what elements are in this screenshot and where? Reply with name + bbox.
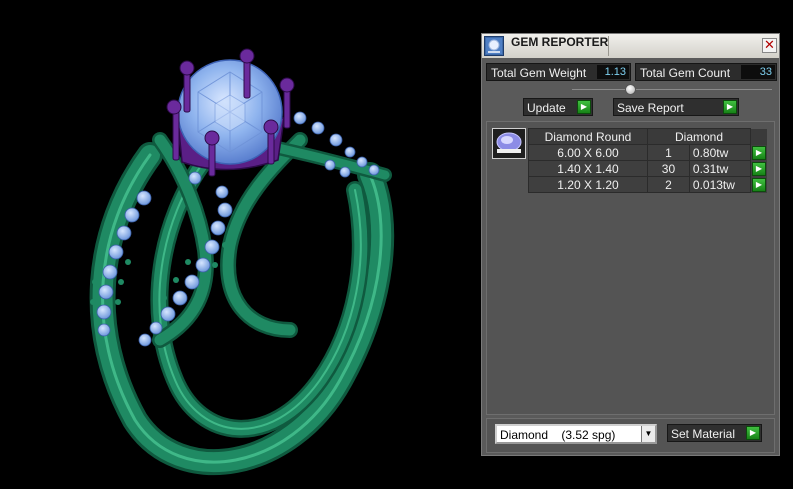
gem-count: 2 — [647, 176, 690, 193]
material-dropdown[interactable]: Diamond (3.52 spg) ▼ — [495, 424, 657, 444]
ring-model — [89, 48, 395, 476]
save-report-button[interactable]: Save Report ▶ — [613, 98, 739, 116]
material-selected-value: Diamond (3.52 spg) — [500, 428, 616, 442]
gem-weight: 0.80tw — [688, 144, 752, 161]
panel-title: GEM REPORTER — [511, 35, 609, 49]
total-gem-count: Total Gem Count 33 — [635, 63, 777, 81]
play-arrow-icon[interactable]: ▶ — [752, 145, 766, 160]
play-arrow-icon[interactable]: ▶ — [723, 100, 737, 114]
splitter-handle[interactable] — [625, 84, 636, 95]
play-arrow-icon[interactable]: ▶ — [577, 100, 591, 114]
round-diamond-icon[interactable] — [492, 128, 526, 159]
title-bar[interactable]: GEM REPORTER ✕ — [482, 34, 779, 58]
gem-weight: 0.013tw — [688, 176, 752, 193]
table-row[interactable]: 1.20 X 1.20 2 0.013tw ▶ — [528, 176, 767, 193]
update-button[interactable]: Update ▶ — [523, 98, 593, 116]
header-material: Diamond — [647, 128, 751, 145]
total-gem-weight: Total Gem Weight 1.13 — [486, 63, 631, 81]
gem-size: 1.40 X 1.40 — [528, 160, 648, 177]
set-material-button[interactable]: Set Material ▶ — [667, 424, 762, 442]
table-header-row: Diamond Round Diamond — [528, 128, 767, 145]
gem-size: 1.20 X 1.20 — [528, 176, 648, 193]
set-material-label: Set Material — [671, 427, 736, 441]
play-arrow-icon[interactable]: ▶ — [752, 177, 766, 192]
gem-size: 6.00 X 6.00 — [528, 144, 648, 161]
model-viewport[interactable] — [0, 0, 478, 489]
gem-list: Diamond Round Diamond 6.00 X 6.00 1 0.80… — [486, 121, 775, 415]
chevron-down-icon[interactable]: ▼ — [641, 426, 655, 442]
table-row[interactable]: 1.40 X 1.40 30 0.31tw ▶ — [528, 160, 767, 177]
play-arrow-icon[interactable]: ▶ — [752, 161, 766, 176]
splitter-line — [572, 89, 772, 90]
material-footer: Diamond (3.52 spg) ▼ Set Material ▶ — [486, 418, 775, 453]
total-gem-count-label: Total Gem Count — [640, 66, 731, 80]
gem-table: Diamond Round Diamond 6.00 X 6.00 1 0.80… — [528, 128, 767, 193]
play-arrow-icon[interactable]: ▶ — [746, 426, 760, 440]
save-report-label: Save Report — [617, 101, 684, 115]
gem-weight: 0.31tw — [688, 160, 752, 177]
title-divider — [608, 36, 609, 56]
table-row[interactable]: 6.00 X 6.00 1 0.80tw ▶ — [528, 144, 767, 161]
header-shape: Diamond Round — [528, 128, 648, 145]
gem-app-icon — [484, 36, 504, 56]
total-gem-weight-value: 1.13 — [597, 65, 629, 79]
total-gem-weight-label: Total Gem Weight — [491, 66, 587, 80]
gem-count: 1 — [647, 144, 690, 161]
update-label: Update — [527, 101, 566, 115]
total-gem-count-value: 33 — [741, 65, 775, 79]
close-icon: ✕ — [764, 37, 775, 52]
gem-count: 30 — [647, 160, 690, 177]
gem-reporter-panel: GEM REPORTER ✕ Total Gem Weight 1.13 Tot… — [481, 33, 780, 456]
close-button[interactable]: ✕ — [762, 38, 777, 53]
